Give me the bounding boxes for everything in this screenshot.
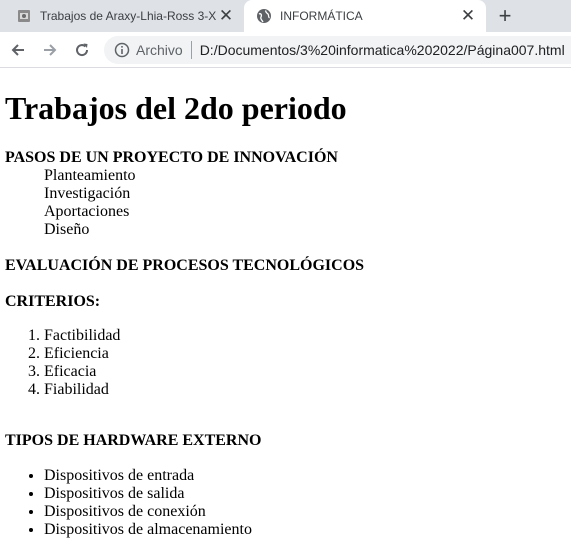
page-icon [16, 8, 32, 24]
tab-title: Trabajos de Araxy-Lhia-Ross 3-X [40, 9, 217, 23]
list-item: Diseño [44, 221, 90, 238]
separator [190, 41, 192, 59]
url-scheme-label: Archivo [136, 42, 183, 58]
forward-button[interactable] [37, 37, 63, 63]
browser-toolbar: Archivo D:/Documentos/3%20informatica%20… [0, 32, 571, 68]
list-item: Dispositivos de almacenamiento [44, 521, 252, 539]
innovation-steps-list: Planteamiento Investigación Aportaciones… [44, 167, 136, 239]
list-item: Factibilidad [44, 327, 120, 345]
list-item: Eficacia [44, 363, 120, 381]
list-item: Dispositivos de salida [44, 485, 252, 503]
page-heading: Trabajos del 2do periodo [5, 90, 347, 126]
tab-title: INFORMÁTICA [280, 9, 363, 23]
list-item: Aportaciones [44, 203, 130, 220]
section-title-innovacion: PASOS DE UN PROYECTO DE INNOVACIÓN [5, 149, 338, 166]
back-button[interactable] [5, 37, 31, 63]
tab-trabajos[interactable]: Trabajos de Araxy-Lhia-Ross 3-X ✕ [0, 0, 244, 32]
arrow-left-icon [11, 44, 24, 56]
section-title-evaluacion: EVALUACIÓN DE PROCESOS TECNOLÓGICOS [5, 257, 365, 274]
hardware-types-list: Dispositivos de entrada Dispositivos de … [44, 467, 252, 539]
url-text[interactable]: D:/Documentos/3%20informatica%202022/Pág… [200, 42, 565, 58]
tab-informatica[interactable]: INFORMÁTICA ✕ [244, 0, 486, 32]
section-title-criterios: CRITERIOS: [5, 293, 101, 310]
list-item: Investigación [44, 185, 131, 202]
globe-icon [256, 8, 272, 24]
reload-button[interactable] [69, 37, 95, 63]
info-icon[interactable] [114, 42, 130, 58]
arrow-right-icon [44, 44, 57, 56]
criteria-list: Factibilidad Eficiencia Eficacia Fiabili… [44, 327, 120, 399]
close-icon[interactable]: ✕ [460, 6, 476, 25]
close-icon[interactable]: ✕ [218, 6, 234, 25]
list-item: Fiabilidad [44, 381, 120, 399]
section-title-hardware: TIPOS DE HARDWARE EXTERNO [5, 432, 262, 449]
reload-icon [76, 43, 89, 57]
list-item: Dispositivos de entrada [44, 467, 252, 485]
list-item: Planteamiento [44, 167, 136, 184]
tab-strip: Trabajos de Araxy-Lhia-Ross 3-X ✕ INFORM… [0, 0, 571, 32]
list-item: Dispositivos de conexión [44, 503, 252, 521]
address-bar[interactable]: Archivo D:/Documentos/3%20informatica%20… [104, 36, 571, 64]
new-tab-button[interactable]: + [492, 3, 518, 29]
list-item: Eficiencia [44, 345, 120, 363]
